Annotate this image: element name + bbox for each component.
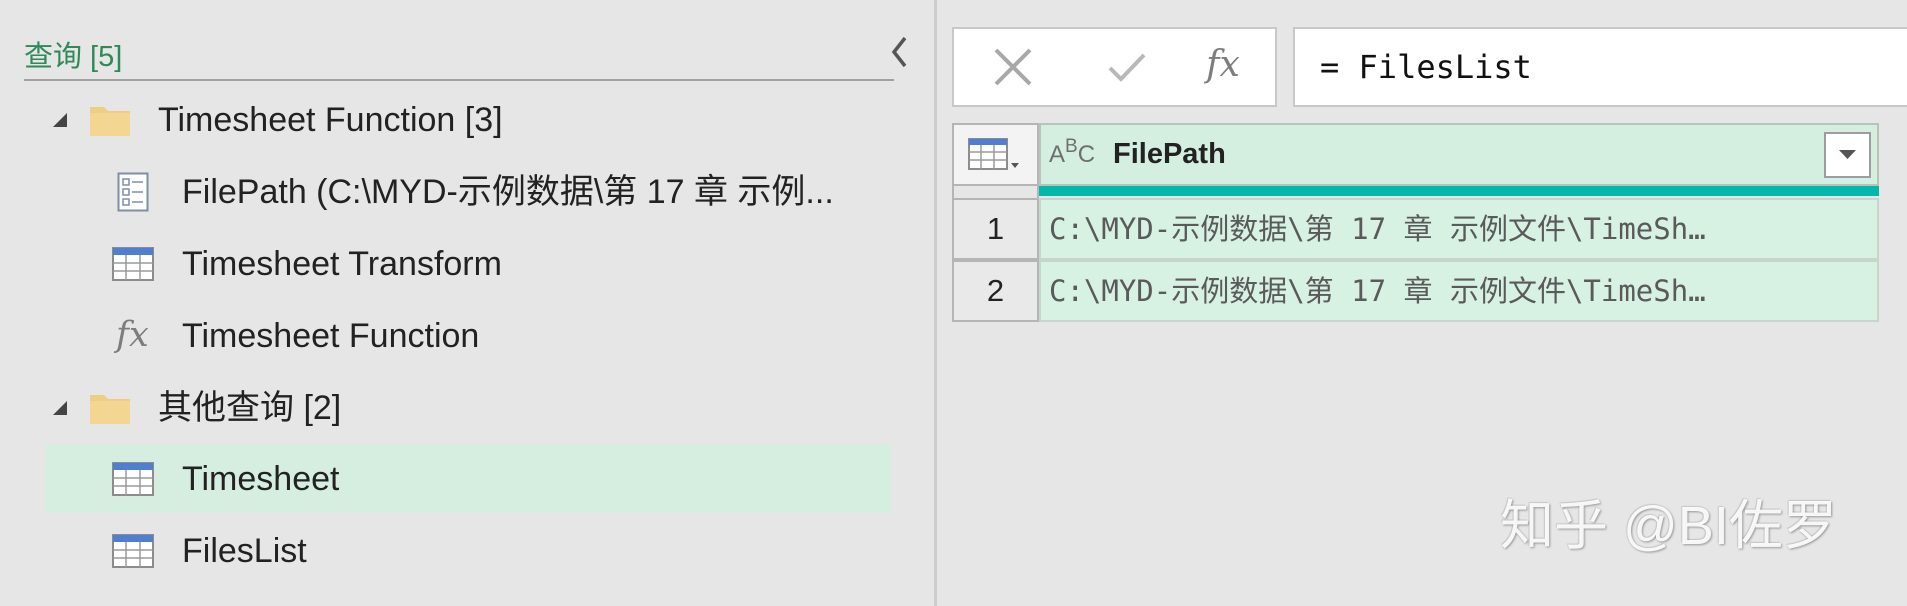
type-icon-letter: C <box>1077 141 1096 168</box>
row-highlight <box>46 444 891 513</box>
expanded-triangle-icon[interactable] <box>52 112 68 128</box>
column-header-filepath[interactable]: ABC FilePath <box>1039 123 1879 186</box>
formula-bar-buttons: fx <box>952 27 1277 107</box>
insert-function-button[interactable]: fx <box>1188 29 1258 105</box>
folder-icon <box>90 395 130 424</box>
cancel-formula-button[interactable] <box>978 29 1048 105</box>
pane-divider[interactable] <box>934 0 937 606</box>
query-label: FilesList <box>182 532 307 570</box>
row-number-spacer <box>952 186 1039 198</box>
query-label: Timesheet Function <box>182 317 480 355</box>
query-item-timesheet[interactable]: Timesheet <box>0 444 934 514</box>
function-icon: fx <box>116 315 149 355</box>
close-icon <box>994 48 1032 86</box>
collapse-pane-button[interactable] <box>886 33 912 71</box>
query-group-timesheet-function[interactable]: Timesheet Function [3] <box>0 85 934 155</box>
queries-pane: 查询 [5] Timesheet Function [3] FilePath (… <box>0 0 934 606</box>
query-item-filepath[interactable]: FilePath (C:\MYD-示例数据\第 17 章 示例... <box>0 157 934 227</box>
chevron-left-icon <box>891 36 907 68</box>
folder-icon <box>90 107 130 136</box>
query-item-fileslist[interactable]: FilesList <box>0 516 934 586</box>
row-number[interactable]: 2 <box>952 260 1039 322</box>
watermark: 知乎 @BI佐罗 <box>1500 496 1837 556</box>
group-label: Timesheet Function [3] <box>158 101 503 139</box>
column-quality-bar <box>1039 186 1879 196</box>
title-divider <box>24 79 894 81</box>
table-cell[interactable]: C:\MYD-示例数据\第 17 章 示例文件\TimeSh… <box>1039 260 1879 322</box>
row-highlight <box>46 516 891 585</box>
query-label: FilePath (C:\MYD-示例数据\第 17 章 示例... <box>182 173 834 211</box>
query-item-timesheet-transform[interactable]: Timesheet Transform <box>0 229 934 299</box>
table-cell[interactable]: C:\MYD-示例数据\第 17 章 示例文件\TimeSh… <box>1039 198 1879 260</box>
table-menu-button[interactable] <box>952 123 1039 186</box>
table-menu-icon <box>968 138 1019 170</box>
query-item-timesheet-function[interactable]: fx Timesheet Function <box>0 301 934 371</box>
group-label: 其他查询 [2] <box>158 389 342 427</box>
queries-pane-title: 查询 [5] <box>24 41 123 73</box>
power-query-editor: 查询 [5] Timesheet Function [3] FilePath (… <box>0 0 1907 606</box>
table-icon <box>112 247 154 281</box>
query-group-other-queries[interactable]: 其他查询 [2] <box>0 373 934 443</box>
commit-formula-button[interactable] <box>1092 29 1162 105</box>
table-icon <box>112 462 154 496</box>
check-icon <box>1108 53 1146 82</box>
parameter-icon <box>117 172 149 212</box>
dropdown-arrow-icon <box>1839 150 1856 159</box>
row-number[interactable]: 1 <box>952 198 1039 260</box>
function-icon: fx <box>1206 44 1240 85</box>
expanded-triangle-icon[interactable] <box>52 400 68 416</box>
query-label: Timesheet Transform <box>182 245 502 283</box>
text-type-icon[interactable]: ABC <box>1049 135 1095 175</box>
type-icon-letter: A <box>1049 141 1066 168</box>
table-icon <box>112 534 154 568</box>
column-filter-button[interactable] <box>1824 132 1871 178</box>
type-icon-letter: B <box>1065 136 1078 157</box>
formula-input[interactable]: = FilesList <box>1293 27 1907 107</box>
column-name: FilePath <box>1113 138 1226 170</box>
query-label: Timesheet <box>182 460 340 498</box>
